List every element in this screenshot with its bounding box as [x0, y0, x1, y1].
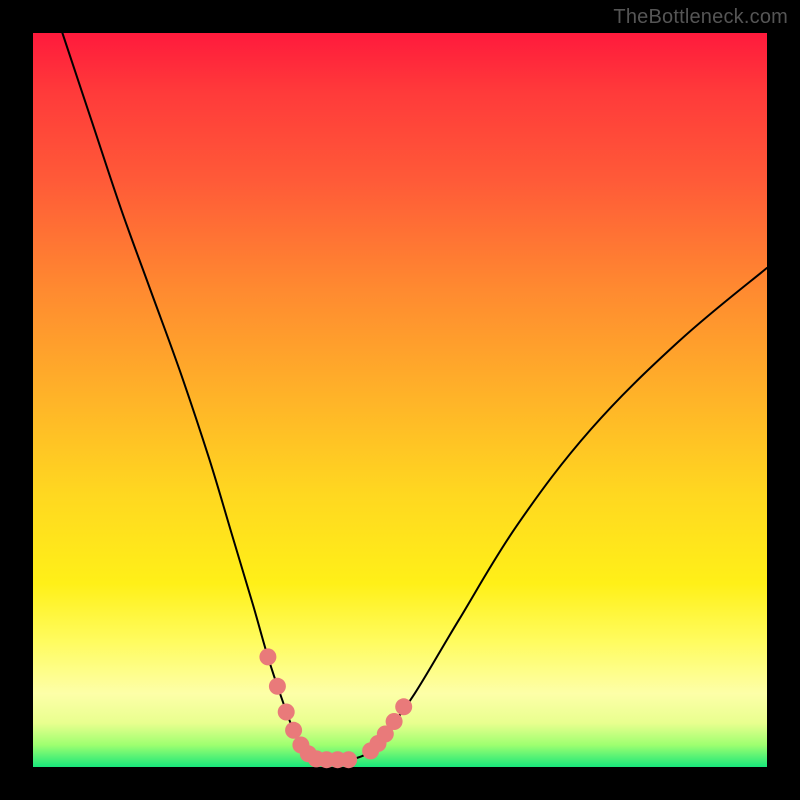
marker-dot [269, 678, 286, 695]
plot-area [33, 33, 767, 767]
bottleneck-curve [62, 33, 767, 760]
marker-dot [259, 648, 276, 665]
marker-dot [285, 722, 302, 739]
curve-svg [33, 33, 767, 767]
marker-dot [386, 713, 403, 730]
watermark-text: TheBottleneck.com [613, 6, 788, 29]
marker-dot [340, 751, 357, 768]
chart-frame: TheBottleneck.com [0, 0, 800, 800]
marker-dot [395, 698, 412, 715]
marker-dot [278, 704, 295, 721]
marker-dots [259, 648, 412, 768]
